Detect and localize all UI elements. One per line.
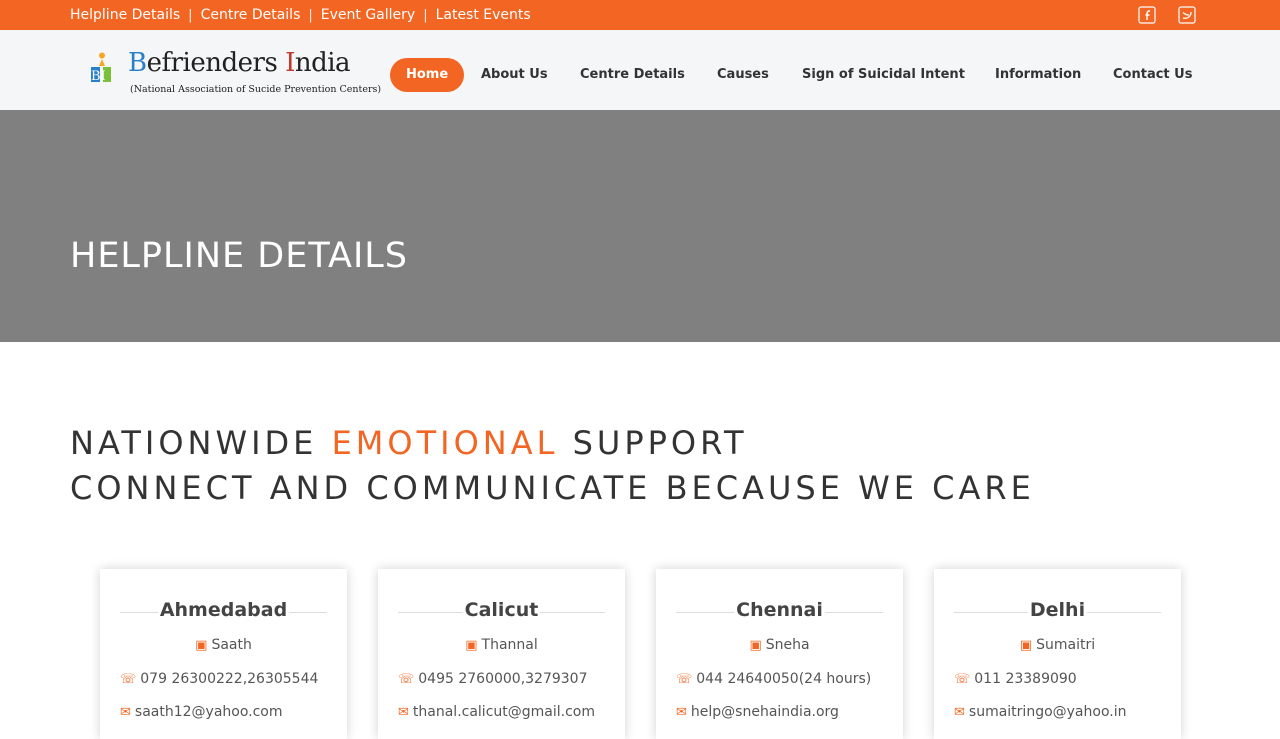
mail-icon: ✉ [120,705,131,720]
twitter-icon[interactable] [1178,6,1196,24]
nav-contact-us[interactable]: Contact Us [1113,58,1192,92]
centre-card-ahmedabad: Ahmedabad ▣ Saath ☏ 079 26300222,26305544 … [100,569,347,739]
centre-org[interactable]: ▣ Sneha [656,637,903,653]
nav-information[interactable]: Information [995,58,1081,92]
page-title: HELPLINE DETAILS [70,236,408,276]
nav-sign-of-suicidal-intent[interactable]: Sign of Suicidal Intent [802,58,965,92]
city-name: Calicut [462,599,541,621]
org-name: Saath [211,637,252,653]
heading-part: SUPPORT [558,424,748,462]
centre-phone[interactable]: ☏ 079 26300222,26305544 [120,671,341,687]
city-name: Ahmedabad [157,599,290,621]
city-title-row: Ahmedabad [120,599,327,625]
building-icon: ▣ [195,638,208,653]
centre-phone[interactable]: ☏ 0495 2760000,3279307 [398,671,619,687]
top-link-helpline-details[interactable]: Helpline Details [70,7,180,23]
phone-number: 0495 2760000,3279307 [418,671,588,687]
brand-title-mid: efrienders [146,48,286,78]
city-title-row: Chennai [676,599,883,625]
brand-title: Befrienders India [128,48,351,78]
org-name: Sumaitri [1036,637,1096,653]
hero-banner: HELPLINE DETAILS [0,110,1280,342]
section-heading: NATIONWIDE EMOTIONAL SUPPORT [70,424,748,462]
mail-icon: ✉ [954,705,965,720]
separator: | [308,7,313,23]
centre-org[interactable]: ▣ Thannal [378,637,625,653]
site-logo[interactable]: BI Befrienders India (National Associati… [84,44,381,102]
city-name: Chennai [734,599,825,621]
centre-card-delhi: Delhi ▣ Sumaitri ☏ 011 23389090 ✉ sumaitrin… [934,569,1181,739]
facebook-icon[interactable] [1138,6,1156,24]
separator: | [423,7,428,23]
email-address: thanal.calicut@gmail.com [412,704,595,720]
email-address: help@snehaindia.org [690,704,839,720]
nav-home[interactable]: Home [390,58,465,92]
centre-card-chennai: Chennai ▣ Sneha ☏ 044 24640050(24 hours) ✉… [656,569,903,739]
phone-icon: ☏ [120,672,137,687]
top-link-centre-details[interactable]: Centre Details [201,7,301,23]
email-address: sumaitringo@yahoo.in [968,704,1127,720]
centre-org[interactable]: ▣ Saath [100,637,347,653]
email-address: saath12@yahoo.com [134,704,283,720]
phone-icon: ☏ [398,672,415,687]
phone-icon: ☏ [676,672,693,687]
top-bar: Helpline Details | Centre Details | Even… [0,0,1280,30]
phone-number: 079 26300222,26305544 [140,671,319,687]
top-link-latest-events[interactable]: Latest Events [436,7,531,23]
mail-icon: ✉ [398,705,409,720]
org-name: Sneha [765,637,810,653]
city-title-row: Calicut [398,599,605,625]
centre-email[interactable]: ✉ sumaitringo@yahoo.in [954,704,1175,720]
centre-phone[interactable]: ☏ 044 24640050(24 hours) [676,671,897,687]
phone-icon: ☏ [954,672,971,687]
heading-part: NATIONWIDE [70,424,332,462]
top-links: Helpline Details | Centre Details | Even… [70,0,531,30]
logo-mark: BI [88,52,114,84]
logo-mark-text: BI [91,69,106,84]
mail-icon: ✉ [676,705,687,720]
top-link-event-gallery[interactable]: Event Gallery [321,7,415,23]
centre-email[interactable]: ✉ thanal.calicut@gmail.com [398,704,619,720]
building-icon: ▣ [465,638,478,653]
brand-subtitle: (National Association of Sucide Preventi… [130,84,382,95]
brand-title-i: I [285,48,295,78]
building-icon: ▣ [1019,638,1033,653]
centre-phone[interactable]: ☏ 011 23389090 [954,671,1175,687]
section-subheading: CONNECT AND COMMUNICATE BECAUSE WE CARE [70,469,1035,507]
centre-org[interactable]: ▣ Sumaitri [934,637,1181,653]
brand-title-b: B [128,48,147,78]
separator: | [188,7,193,23]
nav-about-us[interactable]: About Us [481,58,548,92]
social-links [1138,6,1196,24]
brand-title-end: ndia [294,48,351,78]
nav-centre-details[interactable]: Centre Details [580,58,685,92]
centre-card-calicut: Calicut ▣ Thannal ☏ 0495 2760000,3279307 ✉… [378,569,625,739]
site-header: BI Befrienders India (National Associati… [0,30,1280,110]
heading-accent: EMOTIONAL [331,424,559,462]
building-icon: ▣ [749,638,762,653]
org-name: Thannal [481,637,538,653]
centre-email[interactable]: ✉ help@snehaindia.org [676,704,897,720]
city-title-row: Delhi [954,599,1161,625]
nav-causes[interactable]: Causes [717,58,769,92]
centre-email[interactable]: ✉ saath12@yahoo.com [120,704,341,720]
city-name: Delhi [1027,599,1088,621]
phone-number: 011 23389090 [974,671,1077,687]
phone-number: 044 24640050(24 hours) [696,671,872,687]
